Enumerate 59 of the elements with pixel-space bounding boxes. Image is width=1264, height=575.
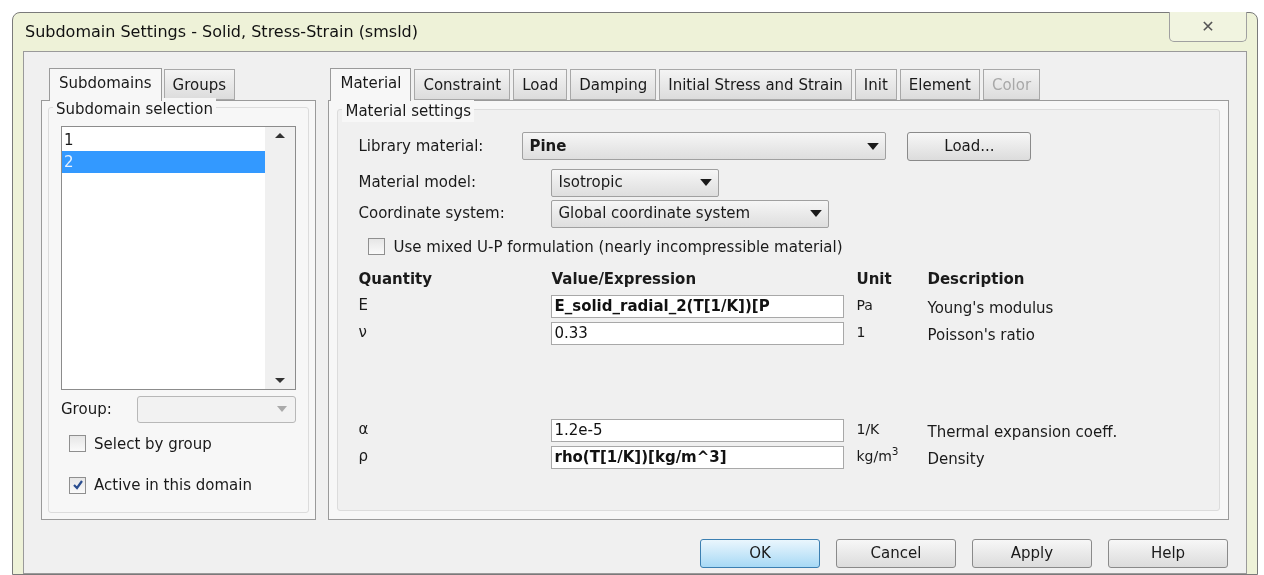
input-field[interactable]: 1.2e-5 xyxy=(551,418,845,442)
column-header: Description xyxy=(927,269,1026,290)
tab[interactable]: Material xyxy=(330,68,412,101)
caret-icon xyxy=(277,406,288,412)
field-label: Material model: xyxy=(358,172,477,194)
scroll-down-icon[interactable] xyxy=(275,377,286,383)
caret-icon xyxy=(700,179,713,186)
group-dropdown[interactable] xyxy=(137,395,297,423)
close-button[interactable]: ✕ xyxy=(1169,12,1247,42)
checkbox[interactable] xyxy=(69,435,86,453)
window-title: Subdomain Settings - Solid, Stress-Strain (smsld) xyxy=(24,21,419,43)
group-label: Group: xyxy=(61,398,113,420)
column-header: Quantity xyxy=(358,269,433,290)
description-label: Thermal expansion coeff. xyxy=(927,421,1119,442)
description-label: Density xyxy=(927,448,986,469)
list-item[interactable]: 1 xyxy=(62,128,266,151)
checkbox-label: Active in this domain xyxy=(94,475,252,496)
unit-label: 1 xyxy=(856,322,867,342)
field-label: Coordinate system: xyxy=(358,203,506,225)
checkbox-label: Use mixed U-P formulation (nearly incompressible material) xyxy=(393,236,843,258)
unit-label: kg/m$^{3}$ xyxy=(856,445,900,466)
tab[interactable]: Subdomains xyxy=(49,68,162,101)
checkbox[interactable] xyxy=(368,238,386,256)
dropdown[interactable]: Global coordinate system xyxy=(551,199,830,228)
description-label: Young's modulus xyxy=(927,297,1055,318)
group-title: Material settings xyxy=(342,99,474,122)
checkbox[interactable] xyxy=(69,476,86,494)
tab[interactable]: Damping xyxy=(570,69,657,100)
tab[interactable]: Element xyxy=(899,69,980,100)
column-header: Value/Expression xyxy=(551,269,698,290)
scroll-up-icon[interactable] xyxy=(275,132,286,138)
tab[interactable]: Init xyxy=(854,69,897,100)
unit-label: 1/K xyxy=(856,419,881,439)
scrollbar[interactable] xyxy=(265,126,296,389)
dropdown[interactable]: Isotropic xyxy=(551,168,720,197)
dialog-button[interactable]: Cancel xyxy=(836,538,956,568)
description-label: Poisson's ratio xyxy=(927,324,1036,345)
tab[interactable]: Groups xyxy=(163,69,236,100)
load-button[interactable]: Load... xyxy=(907,131,1032,161)
tab[interactable]: Load xyxy=(513,69,568,100)
dropdown[interactable]: Pine xyxy=(522,132,887,160)
tab[interactable]: Constraint xyxy=(414,69,511,100)
unit-label: Pa xyxy=(856,295,874,315)
quantity-symbol: ν xyxy=(358,321,368,342)
input-field[interactable]: 0.33 xyxy=(551,321,845,345)
checkbox-label: Select by group xyxy=(94,433,212,455)
column-header: Unit xyxy=(856,269,893,290)
caret-icon xyxy=(810,210,823,217)
quantity-symbol: ρ xyxy=(358,445,369,466)
quantity-symbol: E xyxy=(358,294,369,315)
tab[interactable]: Initial Stress and Strain xyxy=(659,69,852,100)
caret-icon xyxy=(867,142,880,150)
quantity-symbol: α xyxy=(358,418,370,439)
dialog-button[interactable]: Help xyxy=(1108,538,1228,568)
dialog-button[interactable]: Apply xyxy=(972,538,1092,568)
input-field[interactable]: E_solid_radial_2(T[1/K])[P xyxy=(551,294,845,318)
dialog-button[interactable]: OK xyxy=(700,538,820,568)
input-field[interactable]: rho(T[1/K])[kg/m^3] xyxy=(551,445,845,469)
field-label: Library material: xyxy=(358,135,485,157)
